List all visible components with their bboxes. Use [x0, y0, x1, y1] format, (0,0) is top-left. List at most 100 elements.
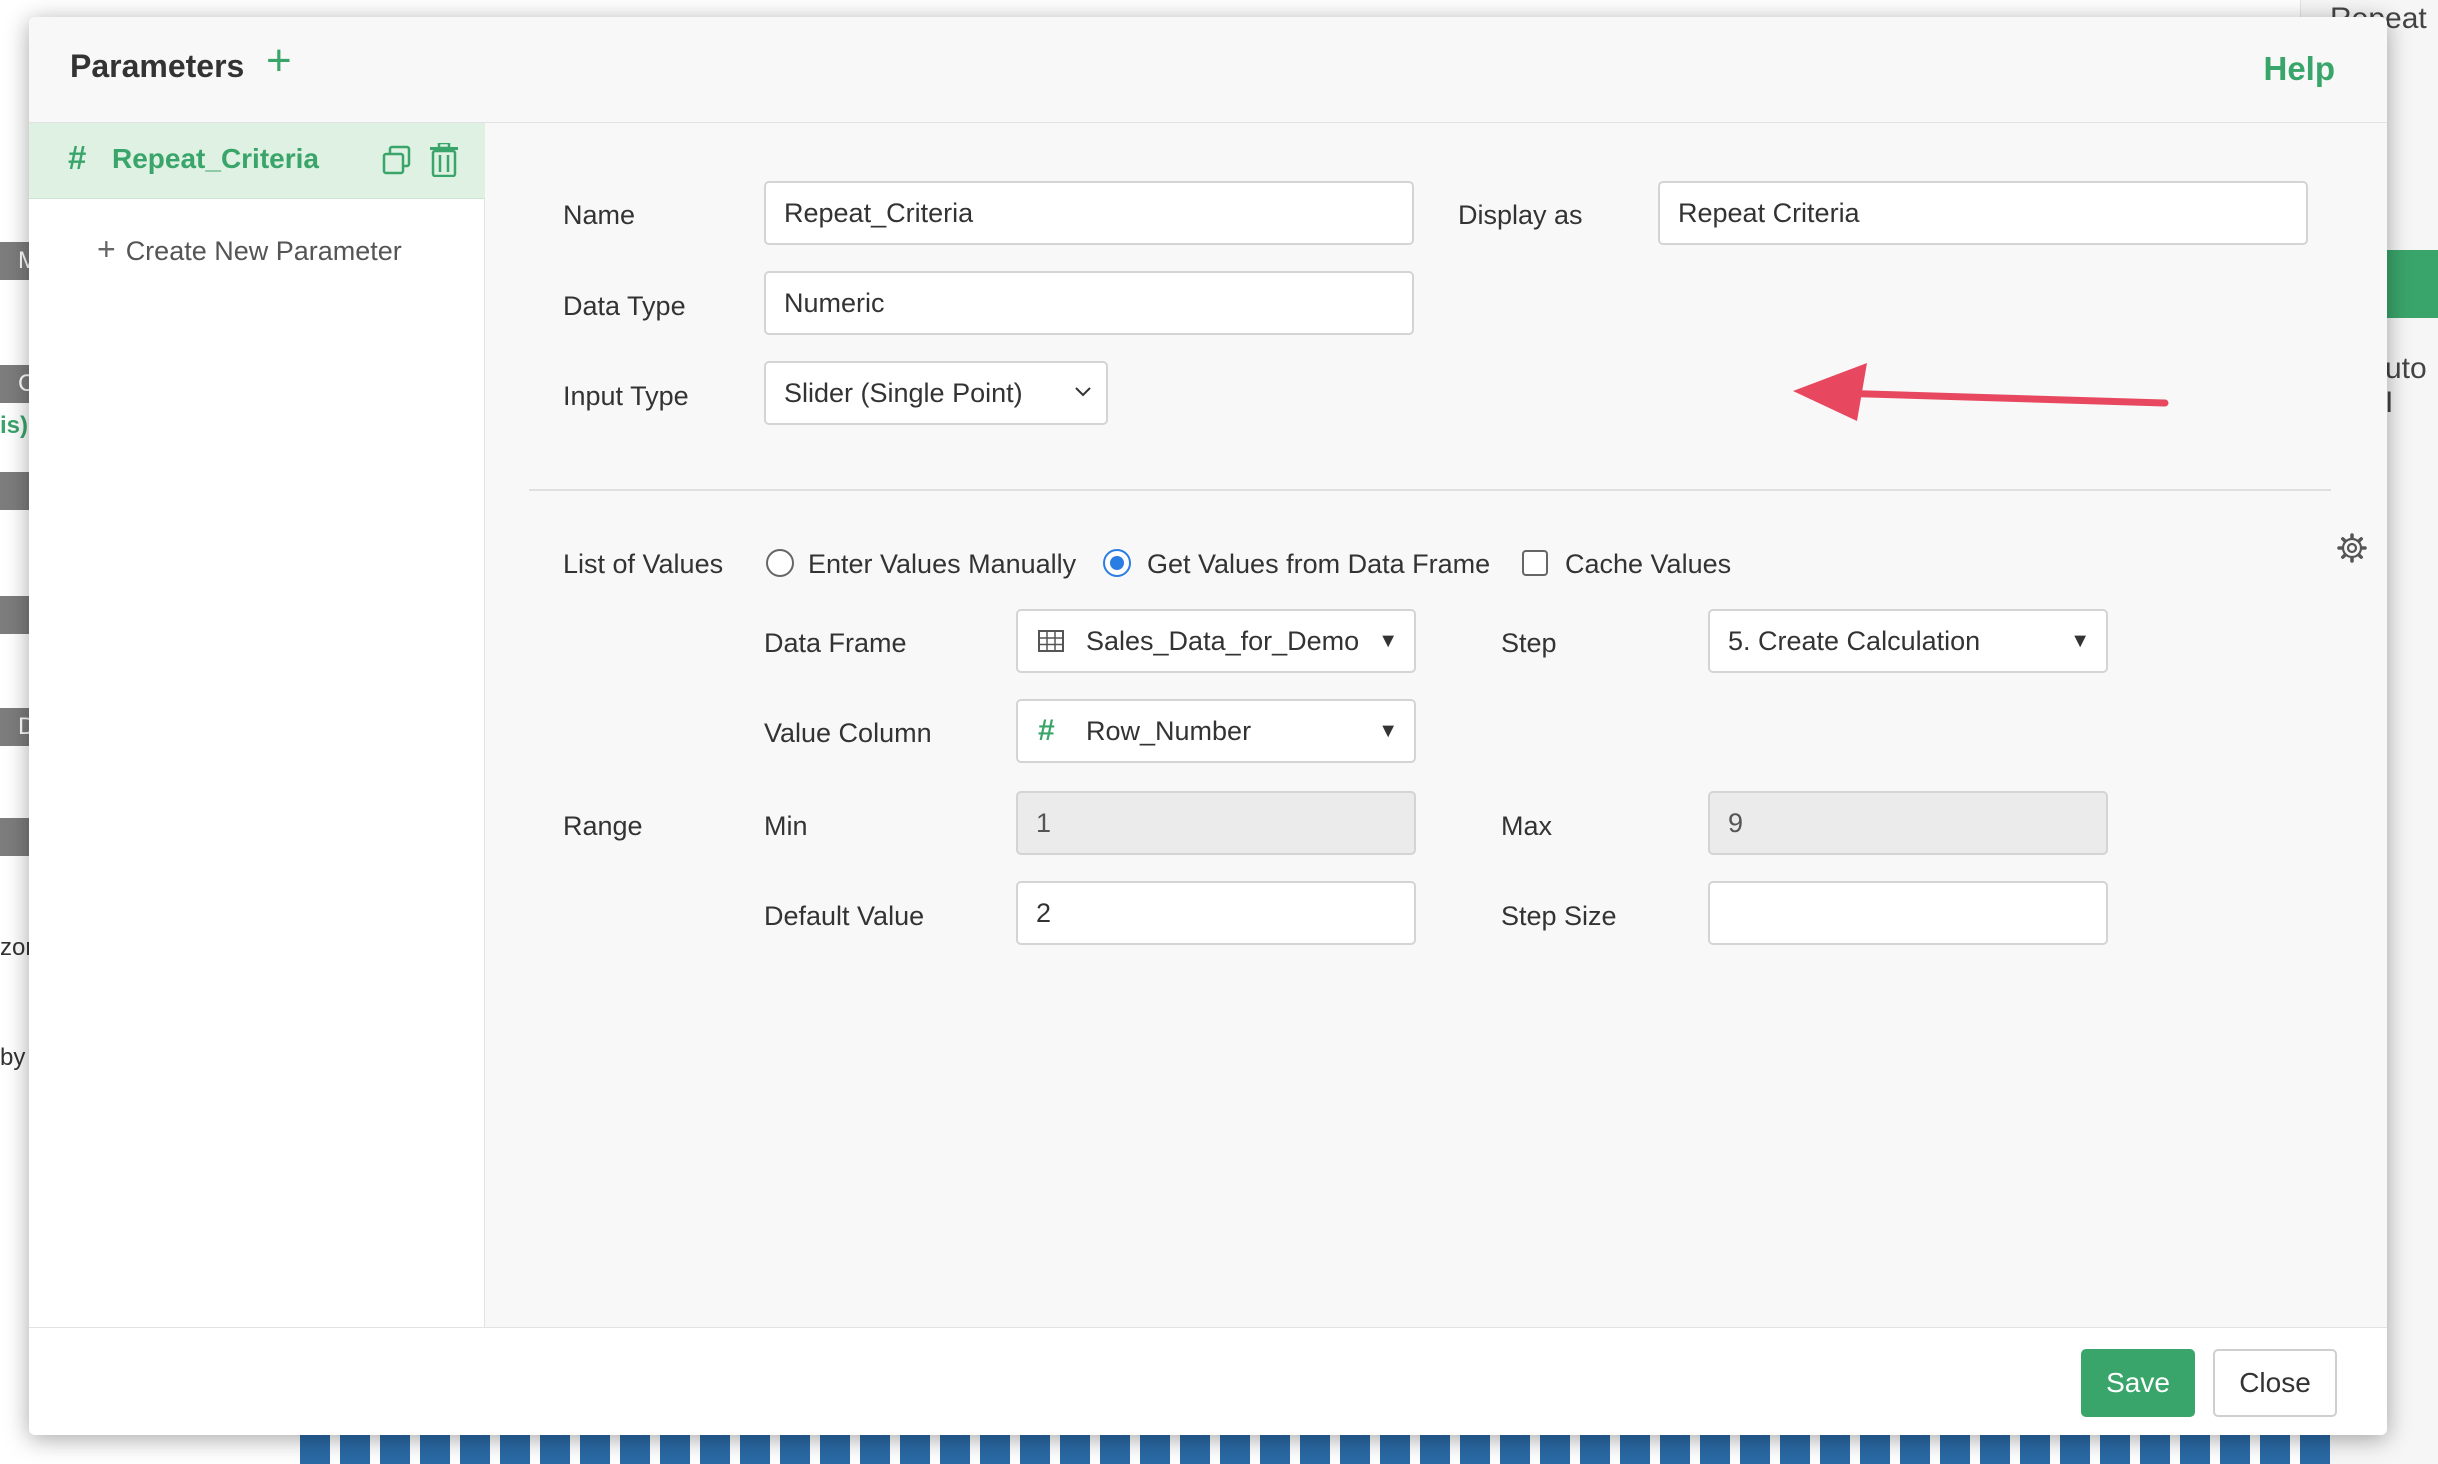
dialog-header: Parameters + Help — [29, 17, 2387, 123]
help-link[interactable]: Help — [2263, 50, 2335, 88]
annotation-arrow-icon — [1793, 363, 2169, 421]
background-left-text: is) — [0, 412, 29, 439]
background-bar — [820, 1432, 850, 1464]
value-column-value: Row_Number — [1086, 716, 1252, 746]
close-button[interactable]: Close — [2213, 1349, 2337, 1417]
step-size-input[interactable] — [1708, 881, 2108, 945]
background-bar — [1180, 1432, 1210, 1464]
name-label: Name — [563, 200, 636, 230]
background-bar — [460, 1432, 490, 1464]
background-left-tab — [0, 472, 30, 510]
range-label: Range — [563, 811, 643, 841]
parameter-editor: Name Repeat_Criteria Display as Repeat C… — [485, 123, 2387, 1327]
step-size-label: Step Size — [1501, 901, 1617, 931]
caret-down-icon: ▼ — [2070, 630, 2090, 652]
chevron-down-icon — [1075, 387, 1091, 397]
background-bar — [2260, 1432, 2290, 1464]
section-divider — [529, 489, 2331, 491]
get-values-from-data-frame-label: Get Values from Data Frame — [1147, 549, 1491, 579]
background-bar — [940, 1432, 970, 1464]
background-bar — [2140, 1432, 2170, 1464]
display-as-input[interactable]: Repeat Criteria — [1658, 181, 2308, 245]
default-value-input[interactable]: 2 — [1016, 881, 1416, 945]
background-bar — [1220, 1432, 1250, 1464]
data-type-field[interactable]: Numeric — [764, 271, 1414, 335]
background-left-tab: D — [0, 708, 30, 746]
enter-values-manually-label: Enter Values Manually — [808, 549, 1077, 579]
step-label: Step — [1501, 628, 1557, 658]
background-bar — [2020, 1432, 2050, 1464]
background-bar — [1460, 1432, 1490, 1464]
background-bar — [300, 1432, 330, 1464]
value-column-select[interactable]: # Row_Number ▼ — [1016, 699, 1416, 763]
background-bar — [2060, 1432, 2090, 1464]
gear-icon[interactable] — [2337, 533, 2367, 563]
create-new-parameter-label: Create New Parameter — [125, 236, 402, 266]
duplicate-icon[interactable] — [382, 145, 412, 175]
caret-down-icon: ▼ — [1378, 720, 1398, 742]
background-bar — [1140, 1432, 1170, 1464]
background-bar — [2180, 1432, 2210, 1464]
background-bar — [1860, 1432, 1890, 1464]
parameter-list-item-selected[interactable]: # Repeat_Criteria — [29, 123, 485, 199]
background-bar — [2300, 1432, 2330, 1464]
numeric-hash-icon: # — [1038, 714, 1055, 747]
background-left-text: zor — [0, 934, 30, 961]
display-as-label: Display as — [1458, 200, 1583, 230]
background-bar — [1020, 1432, 1050, 1464]
numeric-hash-icon: # — [68, 139, 87, 176]
input-type-select[interactable]: Slider (Single Point) — [764, 361, 1108, 425]
min-input[interactable]: 1 — [1016, 791, 1416, 855]
input-type-label: Input Type — [563, 381, 689, 411]
input-type-value: Slider (Single Point) — [784, 378, 1023, 408]
data-frame-label: Data Frame — [764, 628, 907, 658]
background-left-strip: M C is) D zor by — [0, 0, 30, 1464]
background-bar — [740, 1432, 770, 1464]
dialog-title: Parameters — [70, 48, 245, 84]
background-bar — [340, 1432, 370, 1464]
add-parameter-plus-icon[interactable]: + — [266, 39, 292, 83]
background-bar — [900, 1432, 930, 1464]
background-bar — [1660, 1432, 1690, 1464]
background-bar — [2220, 1432, 2250, 1464]
background-bar — [1820, 1432, 1850, 1464]
background-bar — [1500, 1432, 1530, 1464]
background-bar — [1100, 1432, 1130, 1464]
background-bar — [500, 1432, 530, 1464]
cache-values-label: Cache Values — [1565, 549, 1732, 579]
default-value-label: Default Value — [764, 901, 925, 931]
step-value: 5. Create Calculation — [1728, 626, 1981, 656]
background-bar — [1060, 1432, 1090, 1464]
parameters-dialog: Parameters + Help # Repeat_Criteria + Cre… — [29, 17, 2387, 1435]
background-bar — [660, 1432, 690, 1464]
trash-icon[interactable] — [429, 143, 459, 177]
caret-down-icon: ▼ — [1378, 630, 1398, 652]
background-bar — [420, 1432, 450, 1464]
name-input[interactable]: Repeat_Criteria — [764, 181, 1414, 245]
list-of-values-label: List of Values — [563, 549, 724, 579]
background-bar — [860, 1432, 890, 1464]
background-left-tab — [0, 818, 30, 856]
plus-icon: + — [97, 231, 116, 267]
value-column-label: Value Column — [764, 718, 932, 748]
background-bar — [1380, 1432, 1410, 1464]
data-type-label: Data Type — [563, 291, 686, 321]
background-bar — [1700, 1432, 1730, 1464]
background-bar — [620, 1432, 650, 1464]
background-bar-strip — [300, 1432, 2350, 1464]
step-select[interactable]: 5. Create Calculation ▼ — [1708, 609, 2108, 673]
background-bar — [1740, 1432, 1770, 1464]
get-values-from-data-frame-radio[interactable] — [1103, 549, 1131, 577]
background-auto-fragment: uto I — [2385, 352, 2427, 419]
enter-values-manually-radio[interactable] — [766, 549, 794, 577]
min-label: Min — [764, 811, 808, 841]
background-bar — [1540, 1432, 1570, 1464]
background-left-text: by — [0, 1044, 26, 1071]
save-button[interactable]: Save — [2081, 1349, 2195, 1417]
background-bar — [1260, 1432, 1290, 1464]
background-green-button — [2385, 250, 2438, 318]
data-frame-select[interactable]: Sales_Data_for_Demo ▼ — [1016, 609, 1416, 673]
cache-values-checkbox[interactable] — [1522, 550, 1548, 576]
max-input[interactable]: 9 — [1708, 791, 2108, 855]
create-new-parameter-link[interactable]: + Create New Parameter — [97, 231, 402, 268]
